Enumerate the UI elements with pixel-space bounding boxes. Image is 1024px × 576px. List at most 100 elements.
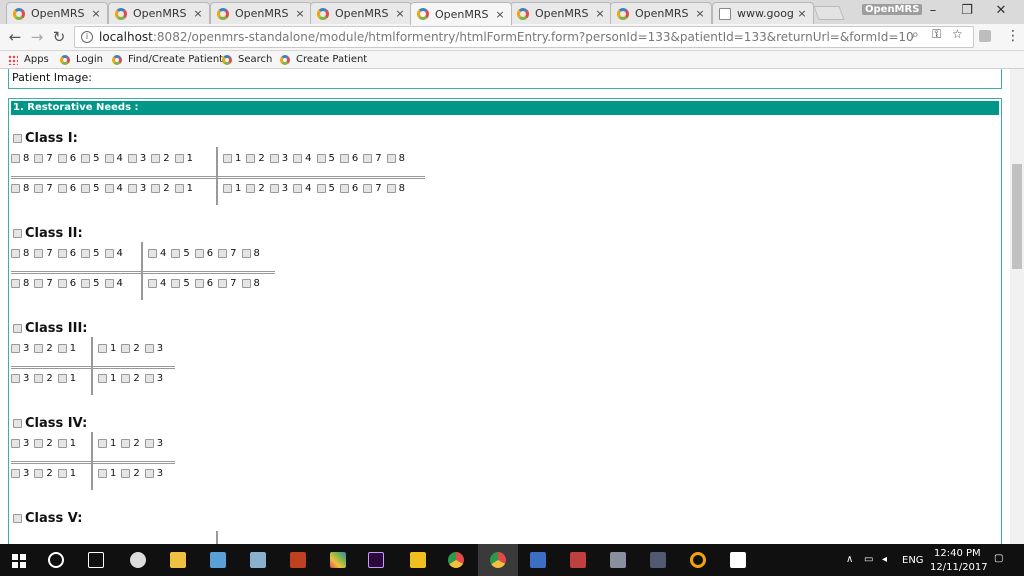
tooth-checkbox[interactable]: 7 bbox=[34, 278, 53, 289]
calendar-icon[interactable] bbox=[530, 552, 546, 568]
app-icon-8[interactable] bbox=[610, 552, 626, 568]
tooth-checkbox[interactable]: 3 bbox=[269, 183, 288, 194]
app-icon-1[interactable] bbox=[130, 552, 146, 568]
checkbox[interactable] bbox=[57, 279, 67, 288]
checkbox[interactable] bbox=[174, 184, 184, 193]
checkbox[interactable] bbox=[144, 344, 154, 353]
tooth-checkbox[interactable]: 6 bbox=[57, 278, 76, 289]
tooth-checkbox[interactable]: 7 bbox=[34, 248, 53, 259]
app-icon-5[interactable] bbox=[330, 552, 346, 568]
tooth-checkbox[interactable]: 4 bbox=[104, 153, 123, 164]
tooth-checkbox[interactable]: 4 bbox=[148, 278, 166, 289]
checkbox[interactable] bbox=[293, 184, 303, 193]
info-icon[interactable]: i bbox=[81, 31, 93, 43]
checkbox[interactable] bbox=[34, 344, 44, 353]
checkbox[interactable] bbox=[81, 279, 91, 288]
checkbox[interactable] bbox=[121, 374, 131, 383]
tooth-checkbox[interactable]: 2 bbox=[151, 153, 170, 164]
checkbox[interactable] bbox=[104, 154, 114, 163]
tab[interactable]: OpenMRS × bbox=[210, 2, 312, 24]
checkbox[interactable] bbox=[241, 249, 251, 258]
cortana-icon[interactable] bbox=[48, 552, 64, 568]
tooth-checkbox[interactable]: 8 bbox=[11, 183, 29, 194]
tooth-checkbox[interactable]: 5 bbox=[81, 183, 100, 194]
checkbox[interactable] bbox=[57, 439, 67, 448]
tooth-checkbox[interactable]: 6 bbox=[339, 153, 358, 164]
app-icon-7[interactable] bbox=[570, 552, 586, 568]
checkbox[interactable] bbox=[386, 184, 396, 193]
checkbox[interactable] bbox=[316, 184, 326, 193]
volume-icon[interactable]: ◂ bbox=[882, 554, 887, 565]
checkbox[interactable] bbox=[218, 279, 228, 288]
tooth-checkbox[interactable]: 8 bbox=[11, 248, 29, 259]
language-indicator[interactable]: ENG bbox=[902, 555, 924, 566]
tooth-checkbox[interactable]: 3 bbox=[11, 468, 29, 479]
checkbox[interactable] bbox=[316, 154, 326, 163]
tooth-checkbox[interactable]: 2 bbox=[121, 438, 140, 449]
windows-start-icon[interactable] bbox=[12, 554, 26, 568]
tooth-checkbox[interactable]: 1 bbox=[57, 468, 76, 479]
network-icon[interactable]: ▭ bbox=[864, 554, 873, 565]
checkbox[interactable] bbox=[194, 279, 204, 288]
checkbox[interactable] bbox=[57, 154, 67, 163]
tooth-checkbox[interactable]: 4 bbox=[104, 248, 123, 259]
checkbox[interactable] bbox=[11, 279, 20, 288]
class-checkbox-label[interactable]: Class I: bbox=[13, 131, 78, 146]
close-tab-icon[interactable]: × bbox=[797, 7, 807, 20]
tooth-checkbox[interactable]: 8 bbox=[386, 183, 405, 194]
tooth-checkbox[interactable]: 4 bbox=[104, 278, 123, 289]
checkbox[interactable] bbox=[57, 249, 67, 258]
tooth-checkbox[interactable]: 8 bbox=[241, 248, 260, 259]
bookmark-find-create-patient[interactable]: Find/Create Patient bbox=[112, 54, 223, 65]
scrollbar-thumb[interactable] bbox=[1012, 164, 1022, 269]
tooth-checkbox[interactable]: 8 bbox=[241, 278, 260, 289]
checkbox[interactable] bbox=[11, 249, 20, 258]
tooth-checkbox[interactable]: 2 bbox=[121, 343, 140, 354]
checkbox[interactable] bbox=[11, 154, 20, 163]
tooth-checkbox[interactable]: 3 bbox=[127, 183, 146, 194]
checkbox[interactable] bbox=[34, 184, 44, 193]
tooth-checkbox[interactable]: 1 bbox=[98, 343, 116, 354]
tooth-checkbox[interactable]: 3 bbox=[127, 153, 146, 164]
tooth-checkbox[interactable]: 6 bbox=[57, 183, 76, 194]
tooth-checkbox[interactable]: 6 bbox=[339, 183, 358, 194]
checkbox[interactable] bbox=[57, 344, 67, 353]
tooth-checkbox[interactable]: 1 bbox=[57, 373, 76, 384]
checkbox[interactable] bbox=[57, 469, 67, 478]
tooth-checkbox[interactable]: 5 bbox=[81, 278, 100, 289]
tooth-checkbox[interactable]: 3 bbox=[11, 438, 29, 449]
app-icon-4[interactable] bbox=[290, 552, 306, 568]
checkbox[interactable] bbox=[223, 184, 232, 193]
checkbox[interactable] bbox=[171, 279, 181, 288]
bookmark-login[interactable]: Login bbox=[60, 54, 103, 65]
close-tab-icon[interactable]: × bbox=[295, 7, 305, 20]
app-icon-3[interactable] bbox=[250, 552, 266, 568]
tooth-checkbox[interactable]: 2 bbox=[34, 468, 53, 479]
checkbox[interactable] bbox=[11, 469, 20, 478]
class-checkbox-label[interactable]: Class IV: bbox=[13, 416, 87, 431]
checkbox[interactable] bbox=[151, 154, 161, 163]
tooth-checkbox[interactable]: 6 bbox=[57, 248, 76, 259]
checkbox[interactable] bbox=[246, 154, 256, 163]
checkbox[interactable] bbox=[293, 154, 303, 163]
tooth-checkbox[interactable]: 3 bbox=[144, 343, 163, 354]
tooth-checkbox[interactable]: 1 bbox=[98, 373, 116, 384]
class-checkbox[interactable] bbox=[13, 419, 22, 428]
tab[interactable]: OpenMRS × bbox=[108, 2, 210, 24]
checkbox[interactable] bbox=[104, 279, 114, 288]
tooth-checkbox[interactable]: 1 bbox=[98, 438, 116, 449]
checkbox[interactable] bbox=[223, 154, 232, 163]
close-tab-icon[interactable]: × bbox=[695, 7, 705, 20]
checkbox[interactable] bbox=[144, 469, 154, 478]
checkbox[interactable] bbox=[98, 469, 107, 478]
tooth-checkbox[interactable]: 5 bbox=[316, 153, 335, 164]
checkbox[interactable] bbox=[98, 344, 107, 353]
tooth-checkbox[interactable]: 6 bbox=[194, 248, 213, 259]
after-effects-icon[interactable] bbox=[368, 552, 384, 568]
forward-icon[interactable]: → bbox=[28, 28, 46, 46]
back-icon[interactable]: ← bbox=[6, 28, 24, 46]
tab[interactable]: OpenMRS E × bbox=[6, 2, 108, 24]
class-checkbox[interactable] bbox=[13, 514, 22, 523]
close-tab-icon[interactable]: × bbox=[495, 8, 505, 21]
checkbox[interactable] bbox=[104, 184, 114, 193]
